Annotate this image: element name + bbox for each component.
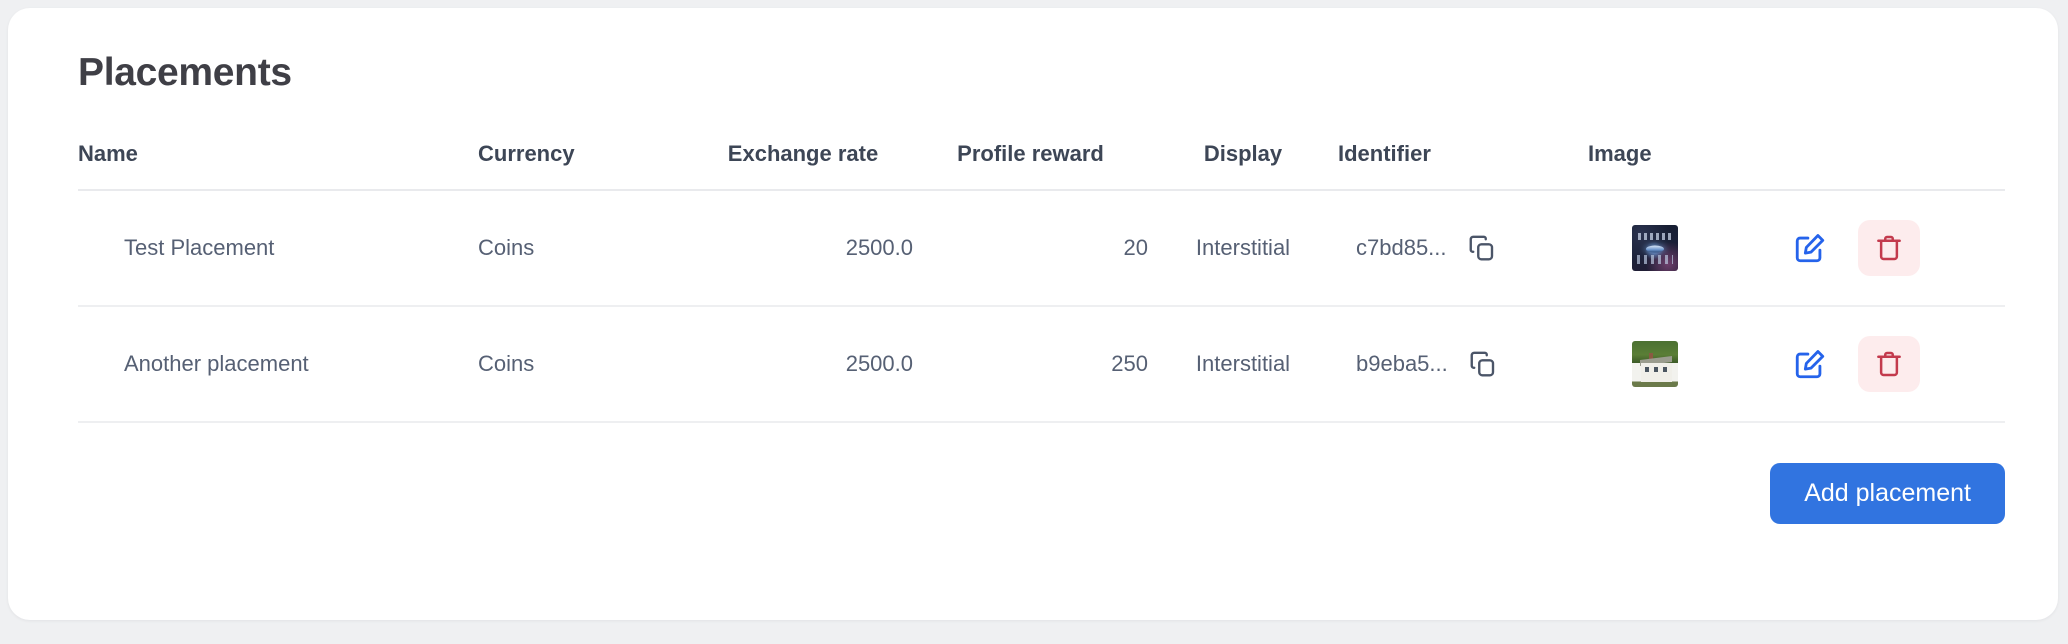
cell-name: Another placement xyxy=(124,350,309,376)
cell-actions xyxy=(1788,306,2005,422)
cell-name: Test Placement xyxy=(124,234,275,260)
column-header-profile-reward: Profile reward xyxy=(957,140,1104,166)
row-action-group xyxy=(1788,335,2005,392)
cell-identifier: c7bd85... xyxy=(1338,190,1588,306)
edit-placement-button[interactable] xyxy=(1788,226,1832,270)
column-header-identifier: Identifier xyxy=(1338,140,1431,166)
page-title: Placements xyxy=(78,51,292,94)
placement-thumbnail xyxy=(1632,340,1678,387)
edit-pencil-square-icon xyxy=(1795,350,1825,379)
cell-currency: Coins xyxy=(478,350,535,376)
delete-placement-button[interactable] xyxy=(1858,219,1920,276)
identifier-value: b9eba5... xyxy=(1356,350,1448,376)
placements-card: Placements Name Currency Exchange rate P… xyxy=(8,8,2058,620)
cell-profile-reward: 20 xyxy=(1123,234,1148,260)
card-content: Placements Name Currency Exchange rate P… xyxy=(8,8,2058,524)
column-header-image: Image xyxy=(1588,140,1652,166)
cell-exchange-rate: 2500.0 xyxy=(845,234,913,260)
table-footer: Add placement xyxy=(78,423,2005,524)
column-header-actions xyxy=(1788,141,2005,190)
table-header-row: Name Currency Exchange rate Profile rewa… xyxy=(78,141,2005,190)
copy-icon[interactable] xyxy=(1468,349,1498,379)
edit-pencil-square-icon xyxy=(1795,234,1825,263)
placements-table: Name Currency Exchange rate Profile rewa… xyxy=(78,141,2005,423)
cell-display: Interstitial xyxy=(1195,234,1291,260)
cell-identifier: b9eba5... xyxy=(1338,306,1588,422)
table-row: Another placement Coins 2500.0 250 Inter… xyxy=(78,306,2005,422)
edit-placement-button[interactable] xyxy=(1788,342,1832,386)
copy-icon[interactable] xyxy=(1467,233,1497,263)
add-placement-button[interactable]: Add placement xyxy=(1770,462,2005,524)
cell-profile-reward: 250 xyxy=(1111,350,1148,376)
table-header: Name Currency Exchange rate Profile rewa… xyxy=(78,141,2005,190)
table-row: Test Placement Coins 2500.0 20 Interstit… xyxy=(78,190,2005,306)
cell-image xyxy=(1588,306,1788,422)
cell-image xyxy=(1588,190,1788,306)
column-header-display: Display xyxy=(1203,140,1283,166)
column-header-currency: Currency xyxy=(478,140,575,166)
cell-actions xyxy=(1788,190,2005,306)
cell-display: Interstitial xyxy=(1195,350,1291,376)
trash-icon xyxy=(1877,235,1901,261)
row-action-group xyxy=(1788,219,2005,276)
table-body: Test Placement Coins 2500.0 20 Interstit… xyxy=(78,190,2005,422)
placement-thumbnail xyxy=(1632,224,1678,271)
identifier-value: c7bd85... xyxy=(1356,234,1447,260)
delete-placement-button[interactable] xyxy=(1858,335,1920,392)
cell-exchange-rate: 2500.0 xyxy=(845,350,913,376)
column-header-name: Name xyxy=(78,140,138,166)
column-header-exchange-rate: Exchange rate xyxy=(727,140,879,166)
cell-currency: Coins xyxy=(478,234,535,260)
trash-icon xyxy=(1877,351,1901,377)
